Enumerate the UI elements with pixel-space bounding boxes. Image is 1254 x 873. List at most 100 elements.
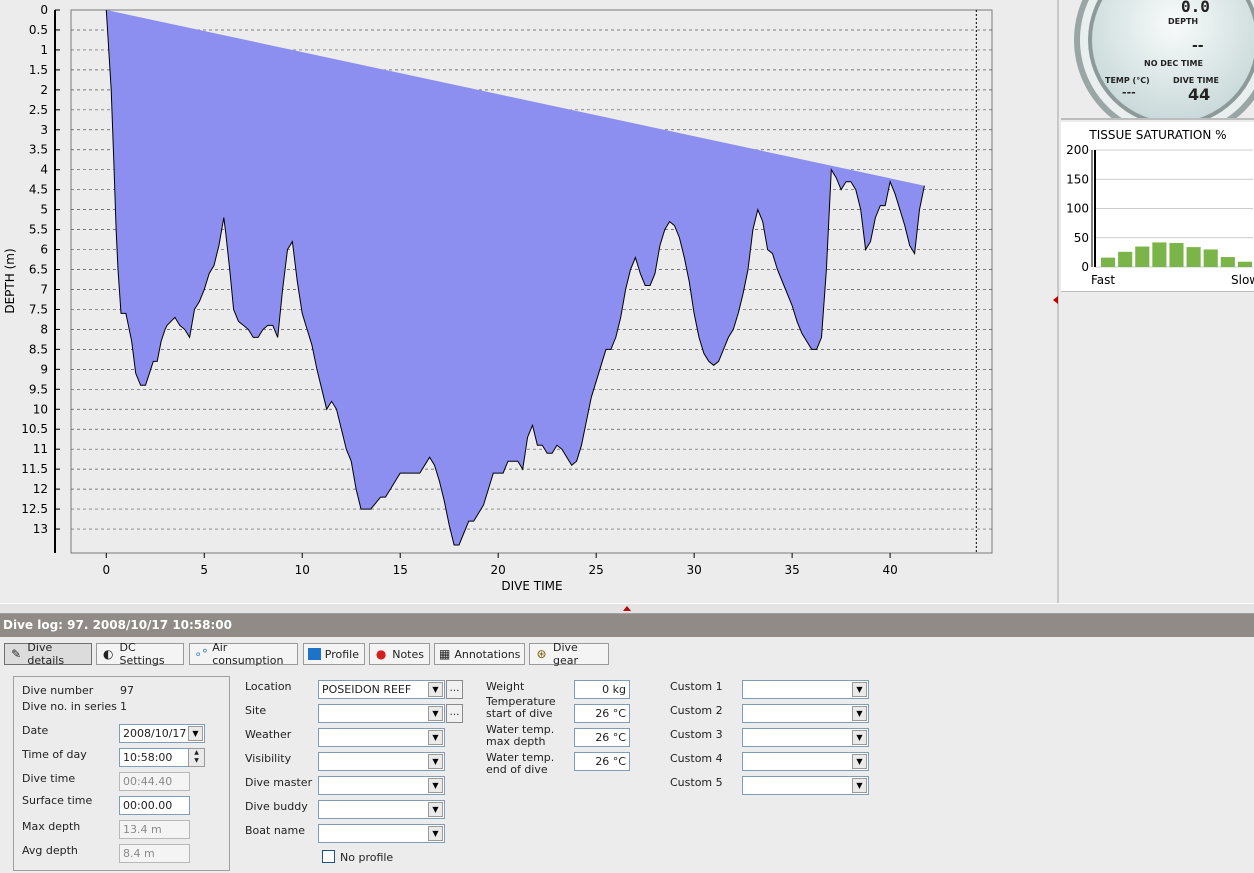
tissue-saturation-panel: TISSUE SATURATION % 200 150 100 50 0 Fast Sl… [1061, 122, 1254, 292]
chevron-down-icon[interactable]: ▼ [428, 754, 443, 769]
gauge-temp-label: TEMP (°C) [1105, 76, 1150, 85]
visibility-label: Visibility [245, 752, 292, 765]
x-tick-label: 30 [687, 563, 702, 577]
tab-annotations[interactable]: ▦ Annotations [434, 643, 525, 665]
spin-down-icon[interactable]: ▼ [189, 757, 204, 765]
tissue-fast-label: Fast [1091, 273, 1115, 287]
chevron-down-icon[interactable]: ▼ [428, 778, 443, 793]
y-tick-label: 4.5 [29, 183, 48, 197]
temp-start-input[interactable]: 26 °C [574, 704, 630, 723]
x-tick-label: 0 [102, 563, 110, 577]
site-label: Site [245, 704, 267, 717]
x-tick-label: 5 [200, 563, 208, 577]
chevron-down-icon[interactable]: ▼ [428, 730, 443, 745]
no-profile-checkbox[interactable] [322, 850, 335, 863]
location-browse-button[interactable]: … [446, 680, 463, 699]
tab-bar: ✎ Dive details ◐ DC Settings ∘° Air consump… [0, 637, 1254, 667]
custom-4-combo[interactable]: ▼ [742, 752, 869, 771]
temp-max-input[interactable]: 26 °C [574, 728, 630, 747]
horizontal-splitter[interactable] [0, 603, 1254, 614]
dive-buddy-combo[interactable]: ▼ [318, 800, 445, 819]
tab-dive-gear[interactable]: ⊛ Dive gear [529, 641, 609, 667]
y-tick-label: 2 [40, 83, 48, 97]
y-tick-label: 4 [40, 163, 48, 177]
location-value: POSEIDON REEF [322, 683, 412, 696]
tissue-y-label: 200 [1066, 143, 1089, 157]
surface-time-input[interactable]: 00:00.00 [119, 796, 190, 815]
time-spinner[interactable]: ▲ ▼ [188, 748, 205, 767]
spin-up-icon[interactable]: ▲ [189, 749, 204, 757]
tab-label: Dive details [27, 641, 65, 667]
tissue-bar [1186, 247, 1201, 267]
tab-air-consumption[interactable]: ∘° Air consumption [189, 641, 298, 667]
dive-details-panel: Dive number 97 Dive no. in series 1 Date… [0, 667, 1254, 873]
temp-end-input[interactable]: 26 °C [574, 752, 630, 771]
tissue-y-label: 50 [1074, 231, 1089, 245]
gauge-ndl-label: NO DEC TIME [1144, 59, 1203, 68]
custom-1-combo[interactable]: ▼ [742, 680, 869, 699]
chevron-down-icon[interactable]: ▼ [428, 706, 443, 721]
temp-max-label-line2: max depth [486, 735, 546, 748]
tab-label: Dive gear [553, 641, 579, 667]
weather-combo[interactable]: ▼ [318, 728, 445, 747]
y-tick-label: 13 [33, 522, 48, 536]
gauge-temp-value: --- [1122, 86, 1136, 99]
chevron-down-icon[interactable]: ▼ [852, 682, 867, 697]
custom-5-combo[interactable]: ▼ [742, 776, 869, 795]
location-combo[interactable]: POSEIDON REEF ▼ [318, 680, 445, 699]
dive-computer-gauge: 0.0 DEPTH -- NO DEC TIME TEMP (°C) --- D… [1061, 0, 1254, 120]
y-tick-label: 9 [40, 362, 48, 376]
dive-master-combo[interactable]: ▼ [318, 776, 445, 795]
no-profile-label: No profile [340, 851, 394, 864]
y-axis-label: DEPTH (m) [3, 248, 17, 313]
boat-name-combo[interactable]: ▼ [318, 824, 445, 843]
site-browse-button[interactable]: … [446, 704, 463, 723]
right-panel: 0.0 DEPTH -- NO DEC TIME TEMP (°C) --- D… [1053, 0, 1254, 603]
dive-profile-chart[interactable]: 00.511.522.533.544.555.566.577.588.599.5… [0, 0, 1057, 603]
gauge-depth-label: DEPTH [1168, 17, 1199, 26]
custom-2-label: Custom 2 [670, 704, 723, 717]
custom-2-combo[interactable]: ▼ [742, 704, 869, 723]
y-tick-label: 0 [40, 3, 48, 17]
chevron-down-icon[interactable]: ▼ [428, 802, 443, 817]
y-tick-label: 3 [40, 123, 48, 137]
y-tick-label: 8 [40, 322, 48, 336]
dive-time-label: Dive time [22, 772, 76, 785]
chevron-down-icon[interactable]: ▼ [852, 730, 867, 745]
y-tick-label: 5 [40, 203, 48, 217]
chevron-down-icon[interactable]: ▼ [852, 778, 867, 793]
splitter-arrow-icon[interactable] [1053, 296, 1058, 304]
date-picker[interactable]: 2008/10/17 ▼ [119, 724, 205, 743]
chevron-down-icon[interactable]: ▼ [188, 726, 203, 741]
chevron-down-icon[interactable]: ▼ [428, 826, 443, 841]
max-depth-field: 13.4 m [119, 820, 190, 839]
temp-start-label: Temperature start of dive [486, 696, 556, 720]
custom-5-label: Custom 5 [670, 776, 723, 789]
chevron-down-icon[interactable]: ▼ [852, 754, 867, 769]
site-combo[interactable]: ▼ [318, 704, 445, 723]
y-tick-label: 0.5 [29, 23, 48, 37]
dive-master-label: Dive master [245, 776, 313, 789]
chevron-down-icon[interactable]: ▼ [428, 682, 443, 697]
tab-dive-details[interactable]: ✎ Dive details [4, 641, 92, 667]
splitter-up-arrow-icon[interactable] [623, 606, 631, 611]
tab-dc-settings[interactable]: ◐ DC Settings [96, 641, 184, 667]
dive-buddy-label: Dive buddy [245, 800, 308, 813]
visibility-combo[interactable]: ▼ [318, 752, 445, 771]
dive-gear-icon: ⊛ [536, 647, 547, 661]
custom-3-combo[interactable]: ▼ [742, 728, 869, 747]
avg-depth-field: 8.4 m [119, 844, 190, 863]
custom-1-label: Custom 1 [670, 680, 723, 693]
weight-input[interactable]: 0 kg [574, 680, 630, 699]
tab-profile[interactable]: Profile [303, 643, 365, 665]
tissue-y-label: 150 [1066, 172, 1089, 186]
tab-notes[interactable]: ● Notes [369, 643, 430, 665]
chevron-down-icon[interactable]: ▼ [852, 706, 867, 721]
temp-max-label: Water temp. max depth [486, 724, 554, 748]
time-of-day-input[interactable]: 10:58:00 [119, 748, 189, 767]
dc-settings-icon: ◐ [102, 647, 114, 661]
gauge-depth-value: 0.0 [1181, 0, 1210, 16]
tab-label: Air consumption [212, 641, 284, 667]
gauge-dive-time-label: DIVE TIME [1173, 76, 1219, 85]
profile-icon [308, 648, 321, 660]
